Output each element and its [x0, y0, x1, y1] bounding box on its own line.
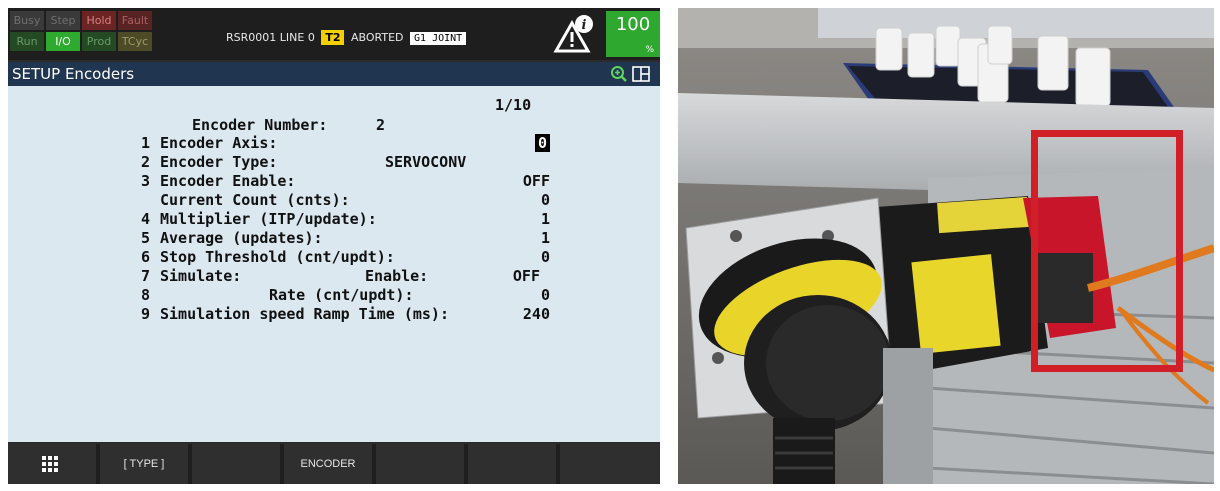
setting-label-ramp-time: Simulation speed Ramp Time (ms):: [160, 305, 449, 323]
speed-override[interactable]: 100 %: [606, 11, 660, 57]
setting-number: 1: [141, 134, 151, 152]
page-indicator: 1/10: [495, 96, 532, 114]
fault-indicator: Fault: [118, 11, 152, 30]
conveyor-motor-photo: [678, 8, 1214, 484]
simulate-rate-value[interactable]: 0: [541, 286, 550, 304]
setting-number: 8: [141, 286, 151, 304]
setting-sublabel-enable: Enable:: [365, 267, 429, 285]
setting-number: 5: [141, 229, 151, 247]
function-key-bar: [ TYPE ] ENCODER: [8, 444, 660, 484]
setting-sublabel-rate: Rate (cnt/updt):: [269, 286, 414, 304]
next-key[interactable]: [560, 444, 660, 484]
ramp-time-value[interactable]: 240: [523, 305, 550, 323]
f2-key[interactable]: [192, 444, 280, 484]
encoder-axis-field[interactable]: 0: [534, 134, 550, 152]
stop-threshold-value[interactable]: 0: [541, 248, 550, 266]
setting-number: 3: [141, 172, 151, 190]
split-screen-icon[interactable]: [632, 66, 650, 82]
setting-label-encoder-type: Encoder Type:: [160, 153, 278, 171]
line-number: LINE 0: [279, 31, 315, 44]
setting-number: 9: [141, 305, 151, 323]
setting-label-encoder-axis: Encoder Axis:: [160, 134, 278, 152]
encoder-number-value: 2: [376, 116, 386, 134]
mode-tag: T2: [321, 30, 345, 45]
step-indicator: Step: [46, 11, 80, 30]
run-indicator: Run: [10, 32, 44, 51]
status-message: RSR0001 LINE 0 T2 ABORTED G1 JOINT: [226, 26, 526, 50]
setting-label-average: Average (updates):: [160, 229, 323, 247]
setting-number: 7: [141, 267, 151, 285]
prod-indicator: Prod: [82, 32, 116, 51]
setting-number: 2: [141, 153, 151, 171]
program-state: ABORTED: [350, 31, 404, 44]
busy-indicator: Busy: [10, 11, 44, 30]
setting-label-stop-threshold: Stop Threshold (cnt/updt):: [160, 248, 395, 266]
program-name: RSR0001: [226, 31, 277, 44]
average-value[interactable]: 1: [541, 229, 550, 247]
screen-title-bar: SETUP Encoders: [8, 62, 660, 86]
encoder-type-value[interactable]: SERVOCONV: [385, 153, 466, 171]
teach-pendant-screen: Busy Step Hold Fault Run I/O Prod TCyc R…: [8, 8, 660, 484]
setting-label-encoder-enable: Encoder Enable:: [160, 172, 296, 190]
override-unit: %: [645, 45, 654, 55]
multiplier-value[interactable]: 1: [541, 210, 550, 228]
encoder-axis-value[interactable]: 0: [534, 134, 550, 152]
coord-tag: G1 JOINT: [410, 32, 467, 45]
type-fkey[interactable]: [ TYPE ]: [100, 444, 188, 484]
encoder-setup-list: 1/10 Encoder Number: 2 1 Encoder Axis: 0…: [8, 86, 660, 442]
status-bar: Busy Step Hold Fault Run I/O Prod TCyc R…: [8, 8, 660, 60]
current-count-value: 0: [540, 191, 550, 209]
f5-key[interactable]: [468, 444, 556, 484]
tcyc-indicator: TCyc: [118, 32, 152, 51]
grid-menu-icon: [42, 456, 58, 472]
setting-number: 6: [141, 248, 151, 266]
alert-info-icon[interactable]: i: [553, 14, 595, 54]
highlight-box: [1031, 130, 1183, 372]
setting-label-current-count: Current Count (cnts):: [160, 191, 350, 209]
simulate-enable-value[interactable]: OFF: [513, 267, 540, 285]
menu-grid-button[interactable]: [8, 444, 96, 484]
zoom-in-icon[interactable]: [610, 65, 628, 83]
page-title: SETUP Encoders: [12, 65, 135, 83]
setting-label-simulate: Simulate:: [160, 267, 242, 285]
setting-number: 4: [141, 210, 151, 228]
override-value: 100: [615, 14, 651, 35]
setting-label-multiplier: Multiplier (ITP/update):: [160, 210, 377, 228]
encoder-enable-value[interactable]: OFF: [523, 172, 550, 190]
io-indicator: I/O: [46, 32, 80, 51]
hold-indicator: Hold: [82, 11, 116, 30]
svg-text:i: i: [582, 18, 587, 33]
encoder-number-label: Encoder Number:: [192, 116, 328, 134]
f4-key[interactable]: [376, 444, 464, 484]
encoder-fkey[interactable]: ENCODER: [284, 444, 372, 484]
